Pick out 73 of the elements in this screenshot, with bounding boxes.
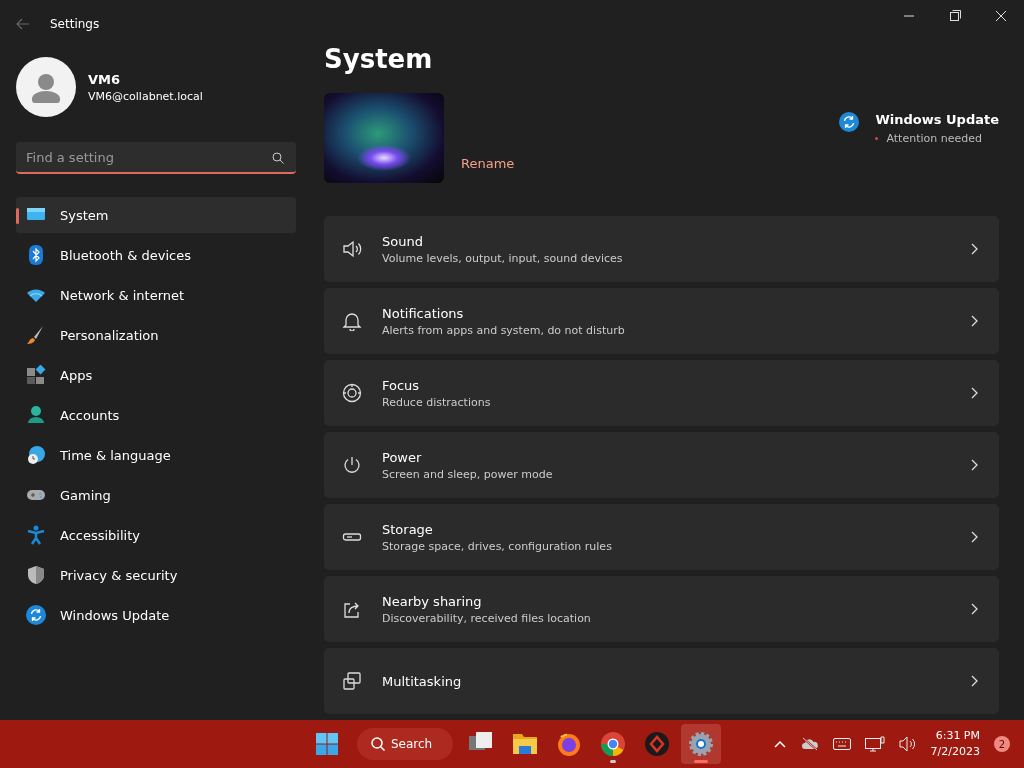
update-title[interactable]: Windows Update	[875, 111, 999, 127]
card-title: Notifications	[382, 305, 465, 321]
window-title: Settings	[50, 17, 100, 31]
sidebar-item[interactable]: Gaming	[16, 477, 296, 513]
keyboard-icon[interactable]	[832, 738, 851, 750]
chevron-right-icon	[971, 459, 979, 471]
card-title: Focus	[382, 377, 421, 393]
sidebar-item[interactable]: Accessibility	[16, 517, 296, 553]
windows-icon	[342, 671, 362, 691]
settings-card[interactable]: Nearby sharing Discoverability, received files location	[324, 576, 999, 642]
sync-icon	[26, 605, 46, 625]
search-icon	[371, 737, 385, 751]
sidebar-item[interactable]: System	[16, 197, 296, 233]
update-status: Attention needed	[886, 131, 982, 145]
page-title: System	[324, 48, 434, 74]
card-description: Screen and sleep, power mode	[382, 467, 554, 481]
chevron-right-icon	[971, 315, 979, 327]
card-title: Nearby sharing	[382, 593, 483, 609]
card-title: Storage	[382, 521, 434, 537]
card-description: Discoverability, received files location	[382, 611, 592, 625]
speaker-icon	[342, 239, 362, 259]
settings-card[interactable]: Sound Volume levels, output, input, sound devices	[324, 216, 999, 282]
card-description: Storage space, drives, configuration rules	[382, 539, 613, 553]
person-icon	[26, 405, 46, 425]
chevron-up-icon[interactable]	[772, 739, 787, 749]
settings-card[interactable]: Notifications Alerts from apps and system, do not disturb	[324, 288, 999, 354]
wallpaper-thumbnail[interactable]	[324, 93, 444, 183]
card-title: Sound	[382, 233, 424, 249]
sidebar-item[interactable]: Network & internet	[16, 277, 296, 313]
settings-card[interactable]: Multitasking	[324, 648, 999, 714]
power-icon	[342, 455, 362, 475]
notification-badge[interactable]: 2	[994, 736, 1010, 752]
search-icon	[272, 152, 284, 164]
chevron-right-icon	[971, 675, 979, 687]
chevron-right-icon	[971, 243, 979, 255]
sync-icon	[839, 111, 860, 132]
sidebar-item[interactable]: Bluetooth & devices	[16, 237, 296, 273]
settings-card[interactable]: Storage Storage space, drives, configuration rules	[324, 504, 999, 570]
sidebar-item[interactable]: Privacy & security	[16, 557, 296, 593]
back-arrow-icon[interactable]	[16, 18, 30, 30]
chevron-right-icon	[971, 387, 979, 399]
search-field[interactable]: Find a setting	[16, 142, 296, 174]
apps-icon	[26, 365, 46, 385]
bell-icon	[342, 311, 362, 331]
account-email: VM6@collabnet.local	[88, 89, 203, 103]
clock-date[interactable]: 7/2/2023	[930, 744, 980, 760]
sidebar-item[interactable]: Windows Update	[16, 597, 296, 633]
sidebar-item[interactable]: Time & language	[16, 437, 296, 473]
card-description: Reduce distractions	[382, 395, 492, 409]
bluetooth-icon	[26, 245, 46, 265]
volume-icon[interactable]	[898, 736, 917, 752]
settings-card[interactable]: Focus Reduce distractions	[324, 360, 999, 426]
card-title: Power	[382, 449, 423, 465]
accessibility-icon	[26, 525, 46, 545]
chevron-right-icon	[971, 531, 979, 543]
network-icon[interactable]	[864, 736, 885, 752]
clock-globe-icon	[26, 445, 46, 465]
cloud-icon[interactable]	[800, 737, 819, 751]
rename-link[interactable]: Rename	[461, 156, 515, 171]
clock-time[interactable]: 6:31 PM	[930, 728, 980, 744]
shield-icon	[26, 565, 46, 585]
sidebar-item[interactable]: Personalization	[16, 317, 296, 353]
card-description: Alerts from apps and system, do not disturb	[382, 323, 626, 337]
card-title: Multitasking	[382, 673, 463, 689]
card-description: Volume levels, output, input, sound devices	[382, 251, 624, 265]
sidebar-item[interactable]: Apps	[16, 357, 296, 393]
avatar-icon	[16, 57, 76, 117]
account-name: VM6	[88, 71, 122, 87]
taskbar-search-button[interactable]: Search	[357, 728, 453, 760]
focus-icon	[342, 383, 362, 403]
settings-card[interactable]: Power Screen and sleep, power mode	[324, 432, 999, 498]
chevron-right-icon	[971, 603, 979, 615]
sidebar-item[interactable]: Accounts	[16, 397, 296, 433]
